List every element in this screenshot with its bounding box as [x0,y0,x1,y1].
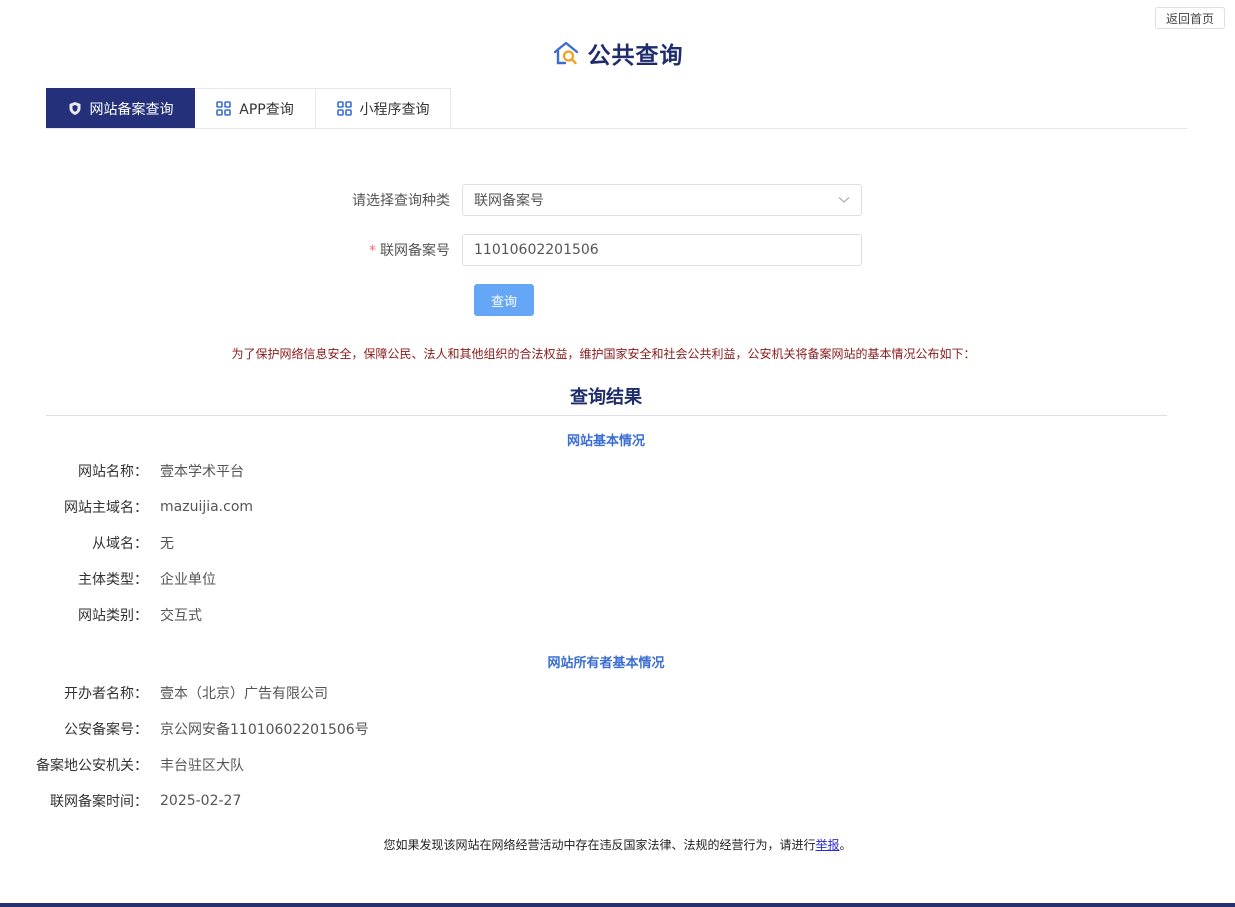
info-label: 开办者名称： [64,686,148,702]
site-info-row: 从域名： 无 [0,533,174,553]
site-info-row: 网站主域名： mazuijia.com [0,497,253,517]
query-type-label: 请选择查询种类 [352,193,450,209]
shield-icon [68,101,82,116]
info-label: 网站名称： [78,464,148,480]
house-search-icon [552,39,580,67]
info-label: 备案地公安机关： [36,758,148,774]
tab-label: 小程序查询 [359,101,430,118]
site-info-row: 主体类型： 企业单位 [0,569,216,589]
query-tabs: 网站备案查询 APP查询 小程序查询 [46,88,1187,129]
report-link[interactable]: 举报 [815,838,839,852]
query-type-value: 联网备案号 [474,193,544,209]
report-line: 您如果发现该网站在网络经营活动中存在违反国家法律、法规的经营行为，请进行举报。 [0,836,1235,853]
info-label: 主体类型： [78,572,148,588]
info-label: 公安备案号： [64,722,148,738]
back-home-button[interactable]: 返回首页 [1155,7,1225,29]
result-divider [46,415,1167,416]
query-type-row: 请选择查询种类 联网备案号 [302,184,862,216]
info-value: 无 [160,536,174,552]
info-label: 网站主域名： [64,500,148,516]
info-label: 从域名： [92,536,148,552]
owner-info-row: 联网备案时间： 2025-02-27 [0,791,241,811]
site-info-section-title: 网站基本情况 [566,434,645,449]
tab-app-query[interactable]: APP查询 [195,88,316,128]
site-info-row: 网站类别： 交互式 [0,605,202,625]
page-title: 公共查询 [587,43,684,69]
info-value: 2025-02-27 [160,793,242,809]
owner-info-row: 公安备案号： 京公网安备11010602201506号 [0,719,369,739]
required-mark: * [369,243,376,259]
filing-number-label: * 联网备案号 [369,243,450,259]
info-value: 壹本学术平台 [160,464,244,480]
tab-label: APP查询 [239,101,294,118]
query-button[interactable]: 查询 [474,284,534,316]
grid-icon [216,101,232,116]
notice-text: 为了保护网络信息安全，保障公民、法人和其他组织的合法权益，维护国家安全和社会公共… [231,347,976,361]
chevron-down-icon [838,192,850,208]
info-label: 网站类别： [78,608,148,624]
page-header: 公共查询 [0,36,1235,70]
site-info-row: 网站名称： 壹本学术平台 [0,461,244,481]
report-end: 。 [839,838,852,852]
info-value: 企业单位 [160,572,216,588]
owner-info-row: 备案地公安机关： 丰台驻区大队 [0,755,244,775]
info-value: mazuijia.com [160,499,254,515]
info-value: 丰台驻区大队 [160,758,244,774]
owner-info-section-title: 网站所有者基本情况 [547,656,665,671]
info-value: 壹本（北京）广告有限公司 [160,686,328,702]
result-title: 查询结果 [570,387,642,408]
tab-website-filing[interactable]: 网站备案查询 [46,88,195,128]
filing-number-input[interactable] [462,234,862,266]
tab-miniprogram-query[interactable]: 小程序查询 [316,88,451,128]
report-text: 您如果发现该网站在网络经营活动中存在违反国家法律、法规的经营行为，请进行 [383,838,816,852]
info-label: 联网备案时间： [50,794,148,810]
filing-number-row: * 联网备案号 [302,234,862,266]
grid-icon [336,101,352,116]
query-type-select[interactable]: 联网备案号 [462,184,862,216]
info-value: 京公网安备11010602201506号 [160,722,369,738]
info-value: 交互式 [160,608,202,624]
footer-bar [0,903,1235,907]
tab-label: 网站备案查询 [89,101,174,118]
owner-info-row: 开办者名称： 壹本（北京）广告有限公司 [0,683,328,703]
